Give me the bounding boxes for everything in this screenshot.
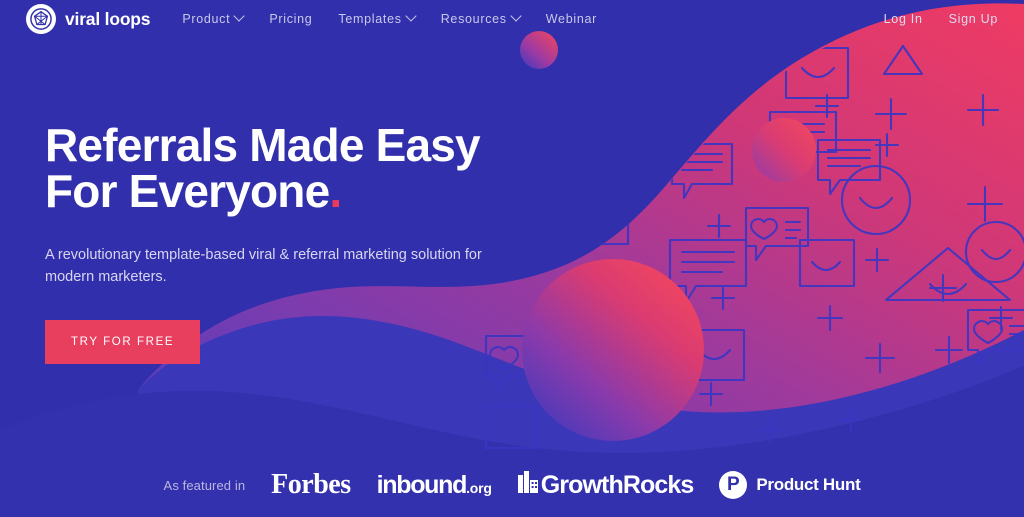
hero-subtitle: A revolutionary template-based viral & r… (45, 247, 482, 285)
nav-item-pricing-label: Pricing (269, 12, 313, 26)
primary-navigation: Product Pricing Templates Resources Webi… (182, 10, 597, 26)
triangle-smiley-icon (882, 44, 924, 76)
nav-item-product[interactable]: Product (182, 10, 245, 26)
inbound-logo-tld: .org (466, 479, 492, 496)
hero-section: Referrals Made Easy For Everyone. A revo… (45, 122, 565, 364)
triangle-smiley-icon (884, 246, 1012, 302)
as-featured-in-bar: As featured in Forbes inbound .org Growt… (0, 465, 1024, 505)
speech-bubble-icon (668, 238, 748, 304)
nav-item-webinar[interactable]: Webinar (546, 12, 597, 26)
headline-line-2: For Everyone (45, 165, 330, 217)
forbes-logo[interactable]: Forbes (271, 469, 351, 501)
inbound-org-logo[interactable]: inbound .org (377, 471, 492, 500)
square-smiley-icon (798, 238, 856, 288)
sign-up-link[interactable]: Sign Up (949, 12, 998, 26)
speech-bubble-icon (670, 142, 734, 200)
square-smiley-icon (564, 192, 630, 246)
nav-item-templates[interactable]: Templates (338, 10, 417, 26)
sphere-medium (752, 118, 816, 182)
circle-smiley-icon (964, 220, 1024, 284)
landing-page: viral loops Product Pricing Templates Re… (0, 0, 1024, 517)
nav-item-templates-label: Templates (338, 12, 402, 26)
heart-bubble-icon (966, 308, 1024, 366)
nav-item-resources-label: Resources (440, 12, 507, 26)
growthrocks-mark-icon (517, 470, 538, 500)
brand-name: viral loops (65, 8, 151, 29)
chevron-down-icon (233, 10, 245, 22)
product-hunt-badge-icon: P (719, 471, 748, 499)
square-smiley-icon (680, 328, 746, 382)
product-hunt-logo-name: Product Hunt (756, 475, 861, 494)
plus-icon-group (610, 49, 1014, 444)
chevron-down-icon (510, 10, 522, 22)
site-header: viral loops Product Pricing Templates Re… (0, 0, 1024, 38)
chevron-down-icon (405, 10, 417, 22)
speech-bubble-icon (816, 138, 882, 196)
speech-bubble-icon (768, 110, 838, 168)
headline-accent-dot: . (329, 165, 342, 217)
inbound-logo-name: inbound (376, 470, 468, 499)
brand-logo-link[interactable]: viral loops (26, 4, 151, 34)
square-smiley-icon (484, 404, 538, 450)
nav-item-webinar-label: Webinar (545, 12, 597, 26)
gem-logo-icon (26, 4, 56, 34)
growthrocks-logo-name: GrowthRocks (540, 470, 695, 499)
heart-bubble-icon (744, 206, 810, 262)
product-hunt-logo[interactable]: P Product Hunt (719, 471, 861, 499)
page-title: Referrals Made Easy For Everyone. (45, 122, 565, 214)
growthrocks-logo[interactable]: GrowthRocks (517, 470, 695, 500)
nav-item-resources[interactable]: Resources (440, 10, 522, 26)
account-navigation: Log In Sign Up (884, 12, 998, 26)
nav-item-pricing[interactable]: Pricing (269, 12, 312, 26)
headline-line-1: Referrals Made Easy (45, 119, 481, 171)
triangle-smiley-icon (554, 326, 642, 390)
square-smiley-icon (784, 46, 850, 100)
circle-smiley-icon (840, 164, 912, 236)
circle-smiley-icon (592, 108, 672, 188)
log-in-link[interactable]: Log In (884, 12, 923, 26)
nav-item-product-label: Product (182, 12, 231, 26)
as-featured-in-label: As featured in (163, 477, 246, 493)
try-for-free-button[interactable]: TRY FOR FREE (45, 320, 201, 364)
pattern-icons (484, 44, 1024, 450)
